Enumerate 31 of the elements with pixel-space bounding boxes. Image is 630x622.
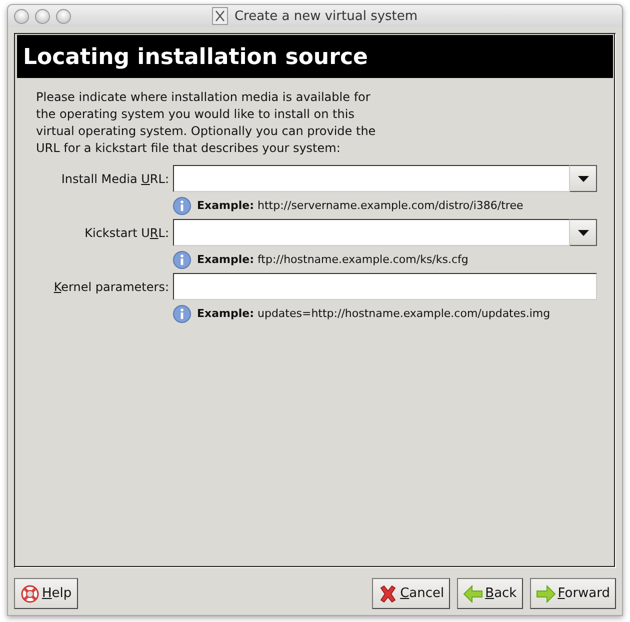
instructions-text: Please indicate where installation media is available for the operating system you would like to install on this virtual operating system. Optionally you can provide the URL for a kickstart file that describes your system:	[36, 89, 376, 157]
example-hint: Example: http://servername.example.com/distro/i386/tree	[197, 199, 524, 212]
forward-button[interactable]: Forward	[530, 578, 616, 609]
input-field[interactable]	[173, 273, 597, 300]
info-icon	[173, 250, 191, 268]
cancel-icon	[378, 584, 398, 604]
cancel-button[interactable]: Cancel	[372, 578, 450, 609]
url-combo-field[interactable]	[173, 219, 570, 246]
dropdown-button[interactable]	[570, 219, 597, 246]
help-button[interactable]: Help	[14, 578, 78, 609]
minimize-icon[interactable]	[35, 8, 50, 24]
window-icon	[212, 7, 228, 25]
field-label: Install Media URL:	[61, 172, 169, 186]
close-icon[interactable]	[14, 8, 29, 24]
field-label: Kernel parameters:	[54, 280, 169, 294]
field-label: Kickstart URL:	[84, 226, 169, 240]
lifebuoy-icon	[20, 584, 40, 604]
example-hint: Example: updates=http://hostname.example.com/updates.img	[197, 307, 550, 320]
maximize-icon[interactable]	[56, 8, 71, 24]
left-arrow-icon	[463, 584, 484, 602]
back-button[interactable]: Back	[457, 578, 523, 609]
url-combo-field[interactable]	[173, 165, 570, 192]
info-icon	[173, 196, 191, 214]
page-heading: Locating installation source	[17, 35, 613, 78]
example-hint: Example: ftp://hostname.example.com/ks/ks.cfg	[197, 253, 468, 266]
window-title: Create a new virtual system	[234, 8, 418, 24]
right-arrow-icon	[536, 584, 556, 602]
info-icon	[173, 304, 191, 322]
caret-icon	[578, 230, 588, 236]
dropdown-button[interactable]	[570, 165, 597, 192]
caret-icon	[578, 176, 588, 182]
